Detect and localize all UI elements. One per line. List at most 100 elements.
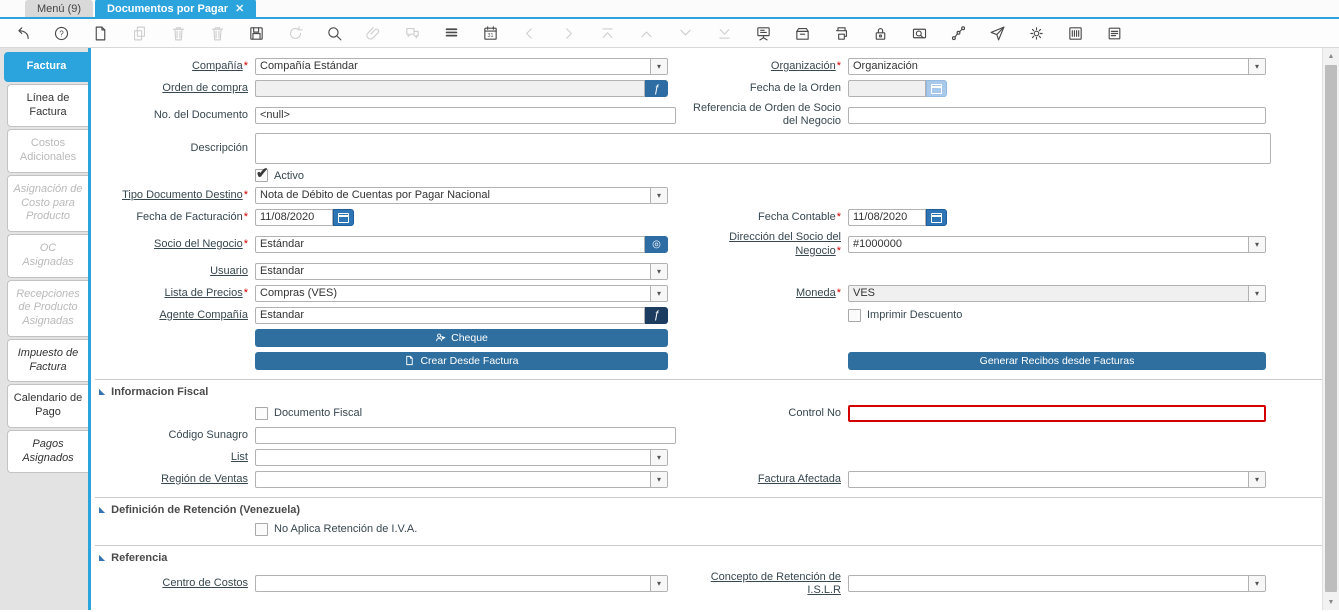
calendar-icon[interactable]: 31 bbox=[481, 24, 499, 42]
usuario-combo[interactable]: Estandar▾ bbox=[255, 263, 668, 280]
calendar-picker-button[interactable] bbox=[333, 209, 354, 226]
scrollbar-thumb[interactable] bbox=[1325, 65, 1337, 592]
tab-menu[interactable]: Menú (9) bbox=[25, 0, 93, 17]
usuario-label[interactable]: Usuario bbox=[95, 265, 255, 278]
collapse-section-icon[interactable]: ◢ bbox=[99, 505, 105, 514]
collapse-section-icon[interactable]: ◢ bbox=[99, 387, 105, 396]
lista-precios-label[interactable]: Lista de Precios* bbox=[95, 287, 255, 300]
factura-afectada-combo[interactable]: ▾ bbox=[848, 471, 1266, 488]
print-icon[interactable] bbox=[832, 24, 850, 42]
chevron-down-icon[interactable]: ▾ bbox=[1248, 576, 1265, 591]
sidebar-tab-pagos-asignados[interactable]: Pagos Asignados bbox=[7, 430, 88, 474]
chevron-down-icon[interactable]: ▾ bbox=[650, 576, 667, 591]
documento-fiscal-checkbox[interactable] bbox=[255, 407, 268, 420]
centro-costos-combo[interactable]: ▾ bbox=[255, 575, 668, 592]
chevron-down-icon[interactable]: ▾ bbox=[650, 472, 667, 487]
control-no-input[interactable] bbox=[848, 405, 1266, 422]
preferences-icon[interactable] bbox=[1027, 24, 1045, 42]
organizacion-label[interactable]: Organización* bbox=[682, 60, 848, 73]
undo-icon[interactable] bbox=[13, 24, 31, 42]
copy-record-icon bbox=[130, 24, 148, 42]
collapse-section-icon[interactable]: ◢ bbox=[99, 553, 105, 562]
section-definicion-retencion: ◢ Definición de Retención (Venezuela) No… bbox=[95, 497, 1322, 536]
centro-costos-label[interactable]: Centro de Costos bbox=[95, 577, 255, 590]
concepto-islr-label[interactable]: Concepto de Retención de I.S.L.R bbox=[682, 571, 848, 597]
scroll-up-icon[interactable]: ▲ bbox=[1323, 48, 1339, 64]
sidebar-tab-impuesto-de-factura[interactable]: Impuesto de Factura bbox=[7, 339, 88, 383]
concepto-islr-combo[interactable]: ▾ bbox=[848, 575, 1266, 592]
socio-negocio-label[interactable]: Socio del Negocio* bbox=[95, 238, 255, 251]
help-icon[interactable]: ? bbox=[52, 24, 70, 42]
record-info-icon[interactable]: ◎ bbox=[645, 236, 668, 253]
chevron-down-icon[interactable]: ▾ bbox=[1248, 237, 1265, 252]
descripcion-textarea[interactable] bbox=[255, 133, 1271, 164]
find-icon[interactable] bbox=[325, 24, 343, 42]
agente-compania-label[interactable]: Agente Compañía bbox=[95, 309, 255, 322]
vertical-scrollbar[interactable]: ▲ ▼ bbox=[1322, 48, 1339, 610]
chevron-down-icon[interactable]: ▾ bbox=[650, 188, 667, 203]
socio-negocio-field[interactable]: Estándar ◎ bbox=[255, 236, 668, 253]
search-record-icon[interactable]: ƒ bbox=[645, 307, 668, 324]
tipo-documento-combo[interactable]: Nota de Débito de Cuentas por Pagar Naci… bbox=[255, 187, 668, 204]
detail-record-icon bbox=[676, 24, 694, 42]
compania-combo[interactable]: Compañía Estándar▾ bbox=[255, 58, 668, 75]
scroll-down-icon[interactable]: ▼ bbox=[1323, 594, 1339, 610]
zoom-across-icon[interactable] bbox=[910, 24, 928, 42]
imprimir-descuento-checkbox[interactable] bbox=[848, 309, 861, 322]
chevron-down-icon[interactable]: ▾ bbox=[650, 264, 667, 279]
orden-compra-field[interactable]: ƒ bbox=[255, 80, 668, 97]
cheque-button[interactable]: Cheque bbox=[255, 329, 668, 347]
log-icon[interactable] bbox=[1105, 24, 1123, 42]
fecha-contable-field[interactable]: 11/08/2020 bbox=[848, 209, 1266, 226]
compania-label[interactable]: Compañía* bbox=[95, 60, 255, 73]
archive-icon[interactable] bbox=[793, 24, 811, 42]
organizacion-combo[interactable]: Organización▾ bbox=[848, 58, 1266, 75]
fecha-orden-field[interactable] bbox=[848, 80, 1266, 97]
moneda-label[interactable]: Moneda* bbox=[682, 287, 848, 300]
chevron-down-icon[interactable]: ▾ bbox=[1248, 286, 1265, 301]
moneda-combo[interactable]: VES▾ bbox=[848, 285, 1266, 302]
chat-icon bbox=[403, 24, 421, 42]
grid-toggle-icon[interactable] bbox=[442, 24, 460, 42]
agente-compania-field[interactable]: Estandar ƒ bbox=[255, 307, 668, 324]
share-icon[interactable] bbox=[988, 24, 1006, 42]
list-combo[interactable]: ▾ bbox=[255, 449, 668, 466]
chevron-down-icon[interactable]: ▾ bbox=[650, 450, 667, 465]
close-tab-icon[interactable]: ✕ bbox=[235, 2, 244, 15]
lista-precios-combo[interactable]: Compras (VES)▾ bbox=[255, 285, 668, 302]
new-record-icon[interactable] bbox=[91, 24, 109, 42]
crear-desde-factura-button[interactable]: Crear Desde Factura bbox=[255, 352, 668, 370]
search-record-icon[interactable]: ƒ bbox=[645, 80, 668, 97]
activo-checkbox[interactable]: ✔ bbox=[255, 169, 268, 182]
region-ventas-label[interactable]: Región de Ventas bbox=[95, 473, 255, 486]
chevron-down-icon[interactable]: ▾ bbox=[1248, 59, 1265, 74]
chevron-down-icon[interactable]: ▾ bbox=[650, 59, 667, 74]
sidebar-tab-factura[interactable]: Factura bbox=[4, 52, 88, 82]
lock-icon[interactable] bbox=[871, 24, 889, 42]
chevron-down-icon[interactable]: ▾ bbox=[1248, 472, 1265, 487]
sidebar-tab-l-nea-de-factura[interactable]: Línea de Factura bbox=[7, 84, 88, 128]
direccion-socio-label[interactable]: Dirección del Socio del Negocio* bbox=[682, 231, 848, 257]
chevron-down-icon[interactable]: ▾ bbox=[650, 286, 667, 301]
region-ventas-combo[interactable]: ▾ bbox=[255, 471, 668, 488]
imprimir-descuento-label: Imprimir Descuento bbox=[867, 309, 962, 321]
no-documento-input[interactable]: <null> bbox=[255, 107, 676, 124]
save-icon[interactable] bbox=[247, 24, 265, 42]
fecha-facturacion-field[interactable]: 11/08/2020 bbox=[255, 209, 668, 226]
calendar-picker-button[interactable] bbox=[926, 209, 947, 226]
orden-compra-label[interactable]: Orden de compra bbox=[95, 82, 255, 95]
referencia-orden-input[interactable] bbox=[848, 107, 1266, 124]
sidebar-tab-calendario-de-pago[interactable]: Calendario de Pago bbox=[7, 384, 88, 428]
list-label[interactable]: List bbox=[95, 451, 255, 464]
generar-recibos-button[interactable]: Generar Recibos desde Facturas bbox=[848, 352, 1266, 370]
no-aplica-iva-checkbox[interactable] bbox=[255, 523, 268, 536]
report-icon[interactable] bbox=[754, 24, 772, 42]
workflow-icon[interactable] bbox=[949, 24, 967, 42]
tipo-documento-label[interactable]: Tipo Documento Destino* bbox=[95, 189, 255, 202]
export-icon[interactable] bbox=[1066, 24, 1084, 42]
direccion-socio-combo[interactable]: #1000000▾ bbox=[848, 236, 1266, 253]
fecha-orden-label: Fecha de la Orden bbox=[682, 82, 848, 95]
codigo-sunagro-input[interactable] bbox=[255, 427, 676, 444]
factura-afectada-label[interactable]: Factura Afectada bbox=[682, 473, 848, 486]
tab-documentos-por-pagar[interactable]: Documentos por Pagar ✕ bbox=[95, 0, 256, 17]
